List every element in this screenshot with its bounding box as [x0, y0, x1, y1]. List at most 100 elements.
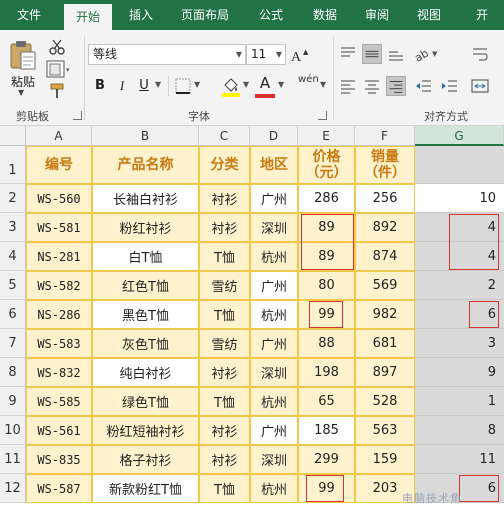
- italic-button[interactable]: I: [112, 76, 132, 96]
- align-top-icon[interactable]: [338, 44, 358, 64]
- header-sales[interactable]: 销量 （件）: [355, 146, 415, 184]
- column-header-c[interactable]: C: [199, 126, 250, 146]
- cell-region[interactable]: 杭州: [250, 387, 298, 416]
- cell-product-name[interactable]: 新款粉红T恤: [92, 474, 199, 503]
- chevron-down-icon[interactable]: ▼: [278, 80, 284, 89]
- cell-product-name[interactable]: 长袖白衬衫: [92, 184, 199, 213]
- cell-code[interactable]: WS-832: [26, 358, 92, 387]
- cell-sales[interactable]: 982: [355, 300, 415, 329]
- phonetic-button[interactable]: wén: [298, 74, 319, 85]
- column-header-e[interactable]: E: [298, 126, 355, 146]
- cell-region[interactable]: 广州: [250, 184, 298, 213]
- cell-category[interactable]: 衬衫: [199, 213, 250, 242]
- cell-code[interactable]: NS-286: [26, 300, 92, 329]
- align-middle-button[interactable]: [362, 44, 382, 64]
- row-header[interactable]: 2: [0, 184, 26, 213]
- header-product-name[interactable]: 产品名称: [92, 146, 199, 184]
- cell-rank[interactable]: 10: [415, 184, 504, 213]
- cell-region[interactable]: 杭州: [250, 474, 298, 503]
- row-header[interactable]: 4: [0, 242, 26, 271]
- cell-product-name[interactable]: 粉红衬衫: [92, 213, 199, 242]
- cell-region[interactable]: 广州: [250, 271, 298, 300]
- cell-rank[interactable]: 8: [415, 416, 504, 445]
- align-bottom-icon[interactable]: [386, 44, 406, 64]
- column-header-a[interactable]: A: [26, 126, 92, 146]
- header-region[interactable]: 地区: [250, 146, 298, 184]
- cell-category[interactable]: T恤: [199, 387, 250, 416]
- cell-code[interactable]: WS-835: [26, 445, 92, 474]
- font-name-select[interactable]: 等线 ▼: [88, 44, 246, 65]
- chevron-down-icon[interactable]: ▼: [155, 80, 161, 89]
- header-price[interactable]: 价格 （元）: [298, 146, 355, 184]
- cell-rank[interactable]: 1: [415, 387, 504, 416]
- cell-category[interactable]: T恤: [199, 242, 250, 271]
- font-size-select[interactable]: 11 ▼: [246, 44, 286, 65]
- tab-developer[interactable]: 开: [462, 0, 502, 30]
- align-center-icon[interactable]: [362, 76, 382, 96]
- row-header[interactable]: 6: [0, 300, 26, 329]
- cell-code[interactable]: WS-587: [26, 474, 92, 503]
- underline-button[interactable]: U: [134, 76, 154, 96]
- cell-code[interactable]: NS-281: [26, 242, 92, 271]
- cell-product-name[interactable]: 灰色T恤: [92, 329, 199, 358]
- cell-category[interactable]: 雪纺: [199, 271, 250, 300]
- tab-view[interactable]: 视图: [408, 0, 450, 30]
- tab-insert[interactable]: 插入: [120, 0, 162, 30]
- cell-price[interactable]: 299: [298, 445, 355, 474]
- row-header[interactable]: 7: [0, 329, 26, 358]
- cell-category[interactable]: 衬衫: [199, 416, 250, 445]
- cell-price[interactable]: 89: [298, 213, 355, 242]
- clipboard-launcher-icon[interactable]: [73, 111, 82, 120]
- tab-home[interactable]: 开始: [64, 4, 112, 30]
- cell-category[interactable]: 衬衫: [199, 358, 250, 387]
- row-header[interactable]: 8: [0, 358, 26, 387]
- row-header[interactable]: 11: [0, 445, 26, 474]
- cell-price[interactable]: 99: [298, 300, 355, 329]
- increase-font-icon[interactable]: A ▲: [290, 46, 312, 64]
- cell-code[interactable]: WS-582: [26, 271, 92, 300]
- cell-rank[interactable]: 9: [415, 358, 504, 387]
- cell-price[interactable]: 65: [298, 387, 355, 416]
- decrease-indent-icon[interactable]: [414, 76, 434, 96]
- cell-rank[interactable]: 3: [415, 329, 504, 358]
- cell-category[interactable]: T恤: [199, 300, 250, 329]
- row-header[interactable]: 12: [0, 474, 26, 503]
- copy-icon[interactable]: ▾: [46, 60, 72, 78]
- cell-sales[interactable]: 563: [355, 416, 415, 445]
- tab-file[interactable]: 文件: [4, 0, 54, 30]
- border-icon[interactable]: [174, 77, 192, 95]
- tab-review[interactable]: 审阅: [356, 0, 398, 30]
- column-header-f[interactable]: F: [355, 126, 415, 146]
- cell-rank[interactable]: 4: [415, 213, 504, 242]
- cell-sales[interactable]: 681: [355, 329, 415, 358]
- cell-region[interactable]: 深圳: [250, 213, 298, 242]
- row-header[interactable]: 10: [0, 416, 26, 445]
- cell-code[interactable]: WS-581: [26, 213, 92, 242]
- cell-product-name[interactable]: 格子衬衫: [92, 445, 199, 474]
- row-header[interactable]: 3: [0, 213, 26, 242]
- cell-region[interactable]: 杭州: [250, 242, 298, 271]
- cell-code[interactable]: WS-583: [26, 329, 92, 358]
- chevron-down-icon[interactable]: ▼: [194, 80, 200, 89]
- worksheet-grid[interactable]: A B C D E F G 1 2 3 4 5 6 7 8 9 10 11 12 编号 产品名称 分类 地区…: [0, 126, 504, 515]
- cell-region[interactable]: 深圳: [250, 358, 298, 387]
- cell-product-name[interactable]: 纯白衬衫: [92, 358, 199, 387]
- cell-product-name[interactable]: 红色T恤: [92, 271, 199, 300]
- cell-price[interactable]: 185: [298, 416, 355, 445]
- chevron-down-icon[interactable]: ▼: [243, 80, 249, 89]
- cell-sales[interactable]: 874: [355, 242, 415, 271]
- cell-sales[interactable]: 256: [355, 184, 415, 213]
- cell-price[interactable]: 99: [298, 474, 355, 503]
- cell-product-name[interactable]: 绿色T恤: [92, 387, 199, 416]
- cell-region[interactable]: 广州: [250, 416, 298, 445]
- cell-category[interactable]: 衬衫: [199, 445, 250, 474]
- column-header-g[interactable]: G: [415, 126, 504, 146]
- cell-sales[interactable]: 892: [355, 213, 415, 242]
- cell-rank[interactable]: 2: [415, 271, 504, 300]
- header-category[interactable]: 分类: [199, 146, 250, 184]
- font-launcher-icon[interactable]: [318, 111, 327, 120]
- align-left-icon[interactable]: [338, 76, 358, 96]
- cell-price[interactable]: 89: [298, 242, 355, 271]
- column-header-d[interactable]: D: [250, 126, 298, 146]
- cell-sales[interactable]: 569: [355, 271, 415, 300]
